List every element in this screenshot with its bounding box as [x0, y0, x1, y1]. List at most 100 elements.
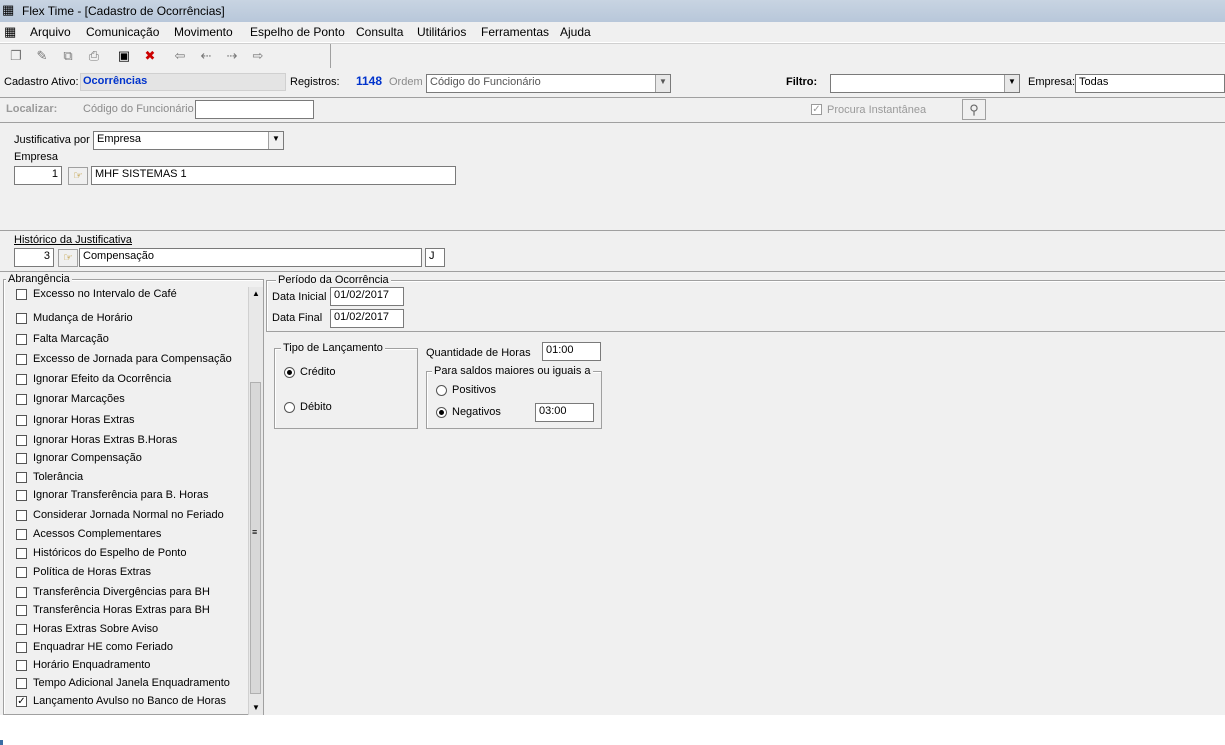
- copy-icon[interactable]: ⧉: [58, 47, 78, 65]
- historico-name-input[interactable]: Compensação: [79, 248, 422, 267]
- abrangencia-checkbox[interactable]: [16, 415, 27, 426]
- abrangencia-scrollbar[interactable]: ▲ ≡ ▼: [248, 287, 263, 715]
- empresa-lookup-icon[interactable]: ☞: [68, 167, 88, 185]
- abrangencia-checkbox[interactable]: [16, 624, 27, 635]
- menu-arquivo[interactable]: Arquivo: [30, 25, 71, 39]
- menu-consulta[interactable]: Consulta: [356, 25, 403, 39]
- abrangencia-checkbox[interactable]: [16, 374, 27, 385]
- quantidade-input[interactable]: 01:00: [542, 342, 601, 361]
- historico-lookup-icon[interactable]: ☞: [58, 249, 78, 267]
- quantidade-label: Quantidade de Horas: [426, 347, 531, 359]
- mdi-icon[interactable]: ▦: [4, 24, 16, 40]
- abrangencia-item-label: Ignorar Horas Extras: [33, 414, 135, 426]
- positivos-radio[interactable]: [436, 385, 447, 396]
- abrangencia-checkbox[interactable]: ✓: [16, 696, 27, 707]
- edit-icon[interactable]: ✎: [32, 47, 52, 65]
- data-inicial-value: 01/02/2017: [334, 289, 390, 301]
- localizar-label: Localizar:: [6, 103, 58, 115]
- abrangencia-checkbox[interactable]: [16, 435, 27, 446]
- menu-espelho[interactable]: Espelho de Ponto: [250, 25, 345, 39]
- abrangencia-checkbox[interactable]: [16, 313, 27, 324]
- save-icon[interactable]: ▣: [114, 47, 134, 65]
- abrangencia-checkbox[interactable]: [16, 510, 27, 521]
- ordem-dropdown-icon[interactable]: ▼: [655, 75, 670, 92]
- menu-movimento[interactable]: Movimento: [174, 25, 233, 39]
- localizar-input[interactable]: [195, 100, 314, 119]
- historico-tipo: J: [429, 250, 435, 262]
- scroll-thumb[interactable]: ≡: [250, 382, 261, 694]
- menu-ferramentas[interactable]: Ferramentas: [481, 25, 549, 39]
- abrangencia-checkbox[interactable]: [16, 660, 27, 671]
- abrangencia-checkbox[interactable]: [16, 289, 27, 300]
- credito-label: Crédito: [300, 366, 336, 378]
- justificativa-dropdown-icon[interactable]: ▼: [268, 132, 283, 149]
- title-bar: ▦ Flex Time - [Cadastro de Ocorrências]: [0, 0, 1225, 22]
- empresa-filter-field[interactable]: Todas: [1075, 74, 1225, 93]
- abrangencia-checkbox[interactable]: [16, 678, 27, 689]
- abrangencia-item-label: Horas Extras Sobre Aviso: [33, 623, 159, 635]
- data-final-input[interactable]: 01/02/2017: [330, 309, 404, 328]
- abrangencia-item-label: Transferência Horas Extras para BH: [33, 604, 210, 616]
- abrangencia-item-label: Ignorar Horas Extras B.Horas: [33, 434, 178, 446]
- abrangencia-checkbox[interactable]: [16, 472, 27, 483]
- ordem-value: Código do Funcionário: [430, 76, 541, 88]
- lancamento-group: [274, 348, 418, 429]
- abrangencia-checkbox[interactable]: [16, 587, 27, 598]
- procura-checkbox[interactable]: ✓: [811, 104, 822, 115]
- data-final-value: 01/02/2017: [334, 311, 390, 323]
- abrangencia-item-label: Horário Enquadramento: [33, 659, 151, 671]
- abrangencia-checkbox[interactable]: [16, 529, 27, 540]
- empresa-name-input[interactable]: MHF SISTEMAS 1: [91, 166, 456, 185]
- justificativa-select[interactable]: Empresa ▼: [93, 131, 284, 150]
- abrangencia-checkbox[interactable]: [16, 548, 27, 559]
- abrangencia-checkbox[interactable]: [16, 490, 27, 501]
- negativos-value: 03:00: [539, 405, 567, 417]
- negativos-input[interactable]: 03:00: [535, 403, 594, 422]
- debito-radio[interactable]: [284, 402, 295, 413]
- cadastro-label: Cadastro Ativo:: [4, 76, 79, 88]
- abrangencia-checkbox[interactable]: [16, 605, 27, 616]
- historico-label: Histórico da Justificativa: [14, 234, 132, 246]
- search-button[interactable]: ⚲: [962, 99, 986, 120]
- abrangencia-checkbox[interactable]: [16, 642, 27, 653]
- new-icon[interactable]: ❐: [6, 47, 26, 65]
- ordem-select[interactable]: Código do Funcionário ▼: [426, 74, 671, 93]
- menu-comunicacao[interactable]: Comunicação: [86, 25, 159, 39]
- menu-utilitarios[interactable]: Utilitários: [417, 25, 466, 39]
- prev-icon[interactable]: ⇠: [196, 47, 216, 65]
- lancamento-title: Tipo de Lançamento: [281, 342, 385, 354]
- empresa-code-input[interactable]: 1: [14, 166, 62, 185]
- abrangencia-checkbox[interactable]: [16, 394, 27, 405]
- next-icon[interactable]: ⇢: [222, 47, 242, 65]
- data-inicial-input[interactable]: 01/02/2017: [330, 287, 404, 306]
- abrangencia-item-label: Tolerância: [33, 471, 84, 483]
- last-icon[interactable]: ⇨: [248, 47, 268, 65]
- historico-tipo-input[interactable]: J: [425, 248, 445, 267]
- positivos-label: Positivos: [452, 384, 497, 396]
- menu-ajuda[interactable]: Ajuda: [560, 25, 591, 39]
- cadastro-value-box: Ocorrências: [80, 73, 286, 91]
- abrangencia-item-label: Política de Horas Extras: [33, 566, 151, 578]
- negativos-radio[interactable]: [436, 407, 447, 418]
- empresa-name: MHF SISTEMAS 1: [95, 168, 187, 180]
- ordem-label: Ordem: [389, 76, 423, 88]
- registros-value: 1148: [356, 74, 383, 88]
- abrangencia-checkbox[interactable]: [16, 453, 27, 464]
- scroll-up-icon[interactable]: ▲: [252, 289, 260, 298]
- filtro-select[interactable]: ▼: [830, 74, 1020, 93]
- empresa-filter-label: Empresa:: [1028, 76, 1076, 88]
- print-icon[interactable]: ⎙: [84, 47, 104, 65]
- data-final-label: Data Final: [272, 312, 323, 324]
- credito-radio[interactable]: [284, 367, 295, 378]
- toolbar-separator: [330, 44, 331, 68]
- abrangencia-checkbox[interactable]: [16, 354, 27, 365]
- abrangencia-item-label: Excesso de Jornada para Compensação: [33, 353, 232, 365]
- first-icon[interactable]: ⇦: [170, 47, 190, 65]
- abrangencia-checkbox[interactable]: [16, 567, 27, 578]
- filtro-dropdown-icon[interactable]: ▼: [1004, 75, 1019, 92]
- scroll-down-icon[interactable]: ▼: [252, 703, 260, 712]
- delete-icon[interactable]: ✖: [140, 47, 160, 65]
- abrangencia-checkbox[interactable]: [16, 334, 27, 345]
- empresa-filter-value: Todas: [1079, 76, 1109, 88]
- historico-code-input[interactable]: 3: [14, 248, 54, 267]
